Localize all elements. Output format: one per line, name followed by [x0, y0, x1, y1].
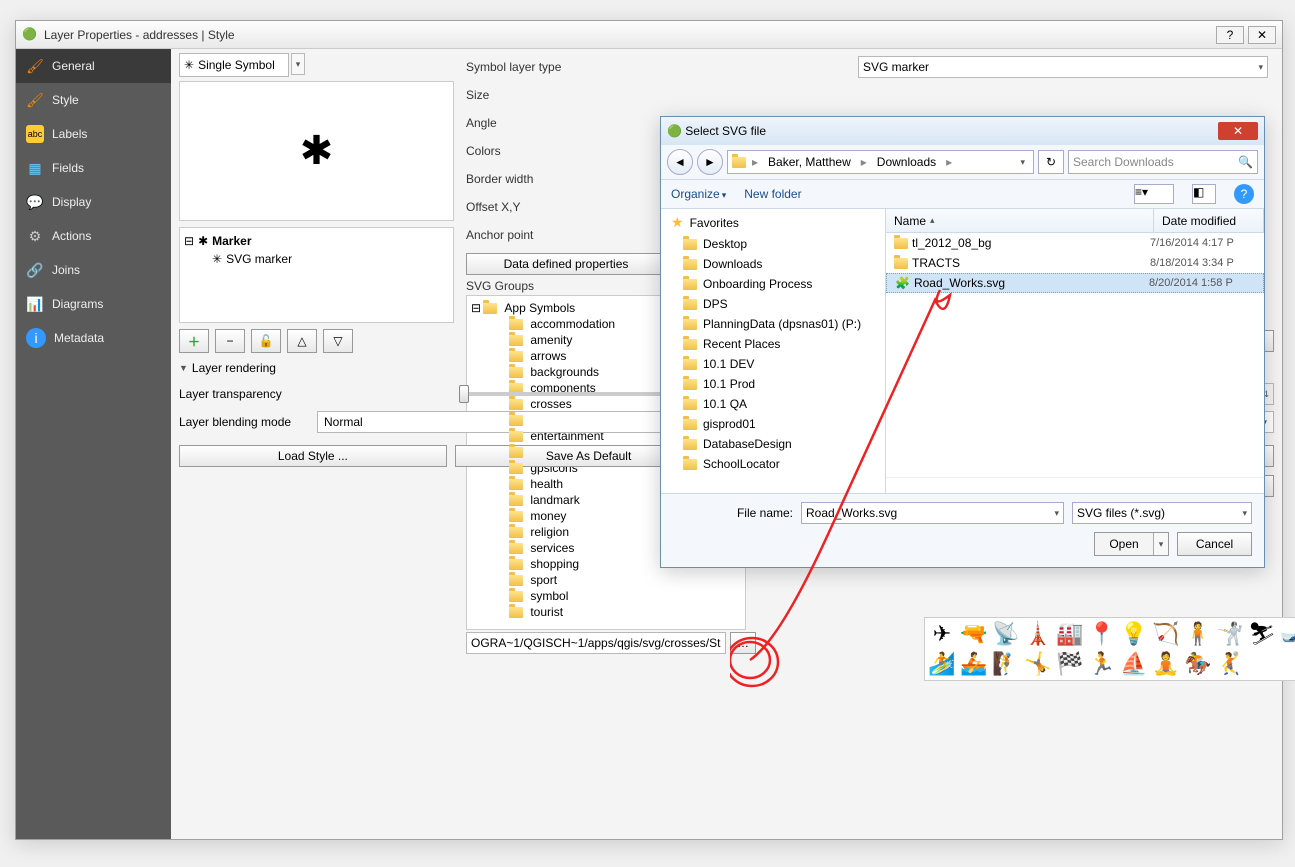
app-icon: 🟢	[667, 124, 682, 138]
symbol-layer-tree[interactable]: ⊟✱Marker ✳SVG marker	[179, 227, 454, 323]
nav-item[interactable]: DatabaseDesign	[661, 434, 885, 454]
move-up-button[interactable]: △	[287, 329, 317, 353]
labels-icon: abc	[26, 125, 44, 143]
load-style-button[interactable]: Load Style ...	[179, 445, 447, 467]
close-button[interactable]: ✕	[1218, 122, 1258, 140]
window-title: Layer Properties - addresses | Style	[44, 28, 1216, 42]
file-open-dialog: 🟢 Select SVG file ✕ ◄ ► ▸ Baker, Matthew…	[660, 116, 1265, 568]
style-icon: 🖌	[26, 91, 44, 109]
sidebar-item-metadata[interactable]: iMetadata	[16, 321, 171, 355]
move-down-button[interactable]: ▽	[323, 329, 353, 353]
file-row[interactable]: 🧩Road_Works.svg8/20/2014 1:58 P	[886, 273, 1264, 293]
nav-item[interactable]: DPS	[661, 294, 885, 314]
view-button[interactable]: ≡▾	[1134, 184, 1174, 204]
nav-item[interactable]: Recent Places	[661, 334, 885, 354]
nav-item[interactable]: 10.1 QA	[661, 394, 885, 414]
browse-svg-button[interactable]: …	[730, 632, 756, 654]
nav-item[interactable]: gisprod01	[661, 414, 885, 434]
refresh-button[interactable]: ↻	[1038, 150, 1064, 174]
new-folder-button[interactable]: New folder	[744, 187, 801, 201]
remove-layer-button[interactable]: −	[215, 329, 245, 353]
sidebar-item-display[interactable]: 💬Display	[16, 185, 171, 219]
file-name-label: File name:	[673, 506, 793, 520]
fields-icon: ▦	[26, 159, 44, 177]
help-icon[interactable]: ?	[1234, 184, 1254, 204]
nav-item[interactable]: Onboarding Process	[661, 274, 885, 294]
expand-icon[interactable]: ⊟	[471, 301, 481, 315]
sidebar-item-general[interactable]: 🖌General	[16, 49, 171, 83]
horizontal-scrollbar[interactable]	[886, 477, 1264, 493]
chevron-down-icon: ▾	[1258, 62, 1263, 73]
joins-icon: 🔗	[26, 261, 44, 279]
data-defined-button[interactable]: Data defined properties	[466, 253, 666, 275]
marker-icon: ✱	[198, 234, 208, 248]
rendering-header: Layer rendering	[192, 361, 276, 375]
sidebar-item-fields[interactable]: ▦Fields	[16, 151, 171, 185]
sidebar-item-actions[interactable]: ⚙Actions	[16, 219, 171, 253]
sidebar-item-diagrams[interactable]: 📊Diagrams	[16, 287, 171, 321]
chevron-down-icon: ▾	[296, 59, 301, 70]
svg-marker-icon: ✳	[212, 252, 222, 266]
svg-group-item[interactable]: symbol	[471, 588, 741, 604]
lock-button[interactable]: 🔓	[251, 329, 281, 353]
svg-group-item[interactable]: tourist	[471, 604, 741, 620]
search-input[interactable]: Search Downloads🔍	[1068, 150, 1258, 174]
add-layer-button[interactable]: ＋	[179, 329, 209, 353]
folder-icon	[732, 157, 746, 168]
collapse-icon[interactable]: ▼	[179, 363, 188, 373]
collapse-icon[interactable]: ⊟	[184, 234, 194, 248]
diagrams-icon: 📊	[26, 295, 44, 313]
symbolizer-dropdown[interactable]: ▾	[291, 53, 305, 75]
svg-path-input[interactable]	[466, 632, 726, 654]
symbolizer-combo[interactable]: ✳Single Symbol	[179, 53, 289, 77]
nav-item[interactable]: SchoolLocator	[661, 454, 885, 474]
display-icon: 💬	[26, 193, 44, 211]
organize-menu[interactable]: Organize▾	[671, 187, 726, 201]
breadcrumb[interactable]: ▸ Baker, Matthew ▸ Downloads ▸ ▾	[727, 150, 1034, 174]
svg-image-list[interactable]: ✈🔫📡🗼🏭📍💡🏹🧍🤺⛷🎿🏌🤼 🏊🏄🚣🧗🤸🏁🏃⛵🧘🏇🤾	[924, 617, 1295, 681]
sidebar-item-style[interactable]: 🖌Style	[16, 83, 171, 117]
star-preview-icon: ✱	[300, 128, 334, 174]
symbol-preview: ✱	[179, 81, 454, 221]
cancel-button[interactable]: Cancel	[1177, 532, 1252, 556]
close-button[interactable]: ✕	[1248, 26, 1276, 44]
nav-pane[interactable]: ★Favorites DesktopDownloadsOnboarding Pr…	[661, 209, 886, 493]
sidebar-item-labels[interactable]: abcLabels	[16, 117, 171, 151]
file-name-input[interactable]: Road_Works.svg▾	[801, 502, 1064, 524]
open-button[interactable]: Open▾	[1094, 532, 1169, 556]
file-list-header[interactable]: Name▴ Date modified	[886, 209, 1264, 233]
nav-item[interactable]: Downloads	[661, 254, 885, 274]
actions-icon: ⚙	[26, 227, 44, 245]
star-icon: ★	[671, 214, 684, 231]
sidebar: 🖌General 🖌Style abcLabels ▦Fields 💬Displ…	[16, 49, 171, 839]
search-icon: 🔍	[1238, 155, 1253, 169]
app-icon: 🟢	[22, 27, 38, 43]
back-button[interactable]: ◄	[667, 149, 693, 175]
folder-icon	[483, 303, 497, 314]
nav-item[interactable]: PlanningData (dpsnas01) (P:)	[661, 314, 885, 334]
nav-item[interactable]: 10.1 DEV	[661, 354, 885, 374]
layer-type-combo[interactable]: SVG marker▾	[858, 56, 1268, 78]
metadata-icon: i	[26, 328, 46, 348]
file-dialog-title: Select SVG file	[685, 124, 1218, 138]
forward-button[interactable]: ►	[697, 149, 723, 175]
file-row[interactable]: TRACTS8/18/2014 3:34 P	[886, 253, 1264, 273]
nav-item[interactable]: Desktop	[661, 234, 885, 254]
single-symbol-icon: ✳	[184, 58, 194, 72]
general-icon: 🖌	[26, 57, 44, 75]
sidebar-item-joins[interactable]: 🔗Joins	[16, 253, 171, 287]
file-type-combo[interactable]: SVG files (*.svg)▾	[1072, 502, 1252, 524]
svg-group-item[interactable]: sport	[471, 572, 741, 588]
preview-pane-button[interactable]: ◧	[1192, 184, 1216, 204]
file-row[interactable]: tl_2012_08_bg7/16/2014 4:17 P	[886, 233, 1264, 253]
titlebar: 🟢 Layer Properties - addresses | Style ?…	[16, 21, 1282, 49]
help-button[interactable]: ?	[1216, 26, 1244, 44]
nav-item[interactable]: 10.1 Prod	[661, 374, 885, 394]
nav-favorites[interactable]: ★Favorites	[661, 211, 885, 234]
